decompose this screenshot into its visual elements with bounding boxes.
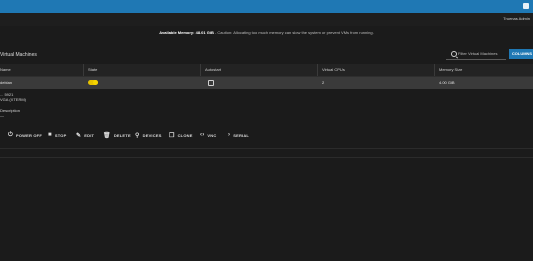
search-input[interactable]: [458, 50, 502, 57]
notifications-icon[interactable]: [523, 3, 529, 9]
action-label: POWER OFF: [15, 132, 42, 138]
autostart-checkbox[interactable]: [208, 80, 214, 86]
serial-icon: ›: [228, 132, 231, 138]
clone-icon: ❐: [169, 132, 175, 139]
detail-display: VGA (XTERM): [0, 97, 27, 102]
search-box[interactable]: [446, 49, 506, 60]
action-label: DEVICES: [142, 132, 162, 138]
action-label: DELETE: [113, 132, 131, 138]
state-toggle[interactable]: [88, 80, 98, 85]
column-header-state[interactable]: State: [88, 67, 97, 72]
devices-button[interactable]: ⚲ DEVICES: [135, 130, 162, 140]
action-label: EDIT: [84, 132, 95, 138]
divider: [0, 148, 533, 149]
memory-label: Available Memory:: [159, 30, 195, 35]
stop-icon: ■: [48, 132, 52, 138]
vm-actions: ⏻ POWER OFF ■ STOP ✎ EDIT 🗑 DELETE ⚲ DEV…: [0, 130, 533, 140]
vm-details: ... 5921 VGA (XTERM) Description —: [0, 92, 26, 118]
vnc-button[interactable]: ‹› VNC: [200, 130, 216, 140]
power-icon: ⏻: [8, 131, 13, 138]
column-divider[interactable]: [83, 64, 84, 76]
user-bar: Truenas Admin: [0, 13, 533, 26]
delete-button[interactable]: 🗑 DELETE: [103, 130, 131, 140]
action-label: SERIAL: [233, 132, 250, 138]
pencil-icon: ✎: [76, 132, 82, 139]
action-label: CLONE: [177, 132, 193, 138]
column-divider[interactable]: [200, 64, 201, 76]
table-header: Name State Autostart Virtual CPUs Memory…: [0, 64, 533, 77]
vnc-icon: ‹›: [200, 132, 205, 138]
devices-icon: ⚲: [135, 132, 140, 139]
column-divider[interactable]: [434, 64, 435, 76]
top-bar: [0, 0, 533, 13]
column-header-vcpus[interactable]: Virtual CPUs: [322, 67, 345, 72]
user-menu[interactable]: Truenas Admin: [503, 16, 530, 21]
divider: [0, 157, 533, 158]
memory-notice: Available Memory: 48.01 GiB - Caution: A…: [0, 30, 533, 35]
vm-name: debian: [0, 80, 13, 85]
page-title: Virtual Machines: [0, 52, 37, 58]
clone-button[interactable]: ❐ CLONE: [169, 130, 193, 140]
stop-button[interactable]: ■ STOP: [48, 130, 66, 140]
action-label: STOP: [54, 132, 67, 138]
column-header-autostart[interactable]: Autostart: [205, 67, 221, 72]
vm-memory: 4.00 GiB: [439, 80, 455, 85]
table-row[interactable]: debian 2 4.00 GiB: [0, 77, 533, 89]
columns-button[interactable]: COLUMNS: [509, 49, 533, 59]
edit-button[interactable]: ✎ EDIT: [76, 130, 94, 140]
search-icon: [451, 51, 457, 57]
detail-description-value: —: [0, 113, 4, 118]
column-header-memory[interactable]: Memory Size: [439, 67, 462, 72]
column-divider[interactable]: [317, 64, 318, 76]
trash-icon: 🗑: [103, 132, 111, 139]
action-label: VNC: [207, 132, 217, 138]
power-off-button[interactable]: ⏻ POWER OFF: [8, 130, 42, 140]
memory-value: 48.01 GiB: [195, 30, 214, 35]
memory-message: - Caution: Allocating too much memory ca…: [214, 30, 374, 35]
column-header-name[interactable]: Name: [0, 67, 11, 72]
vm-vcpus: 2: [322, 80, 325, 85]
serial-button[interactable]: › SERIAL: [228, 130, 249, 140]
